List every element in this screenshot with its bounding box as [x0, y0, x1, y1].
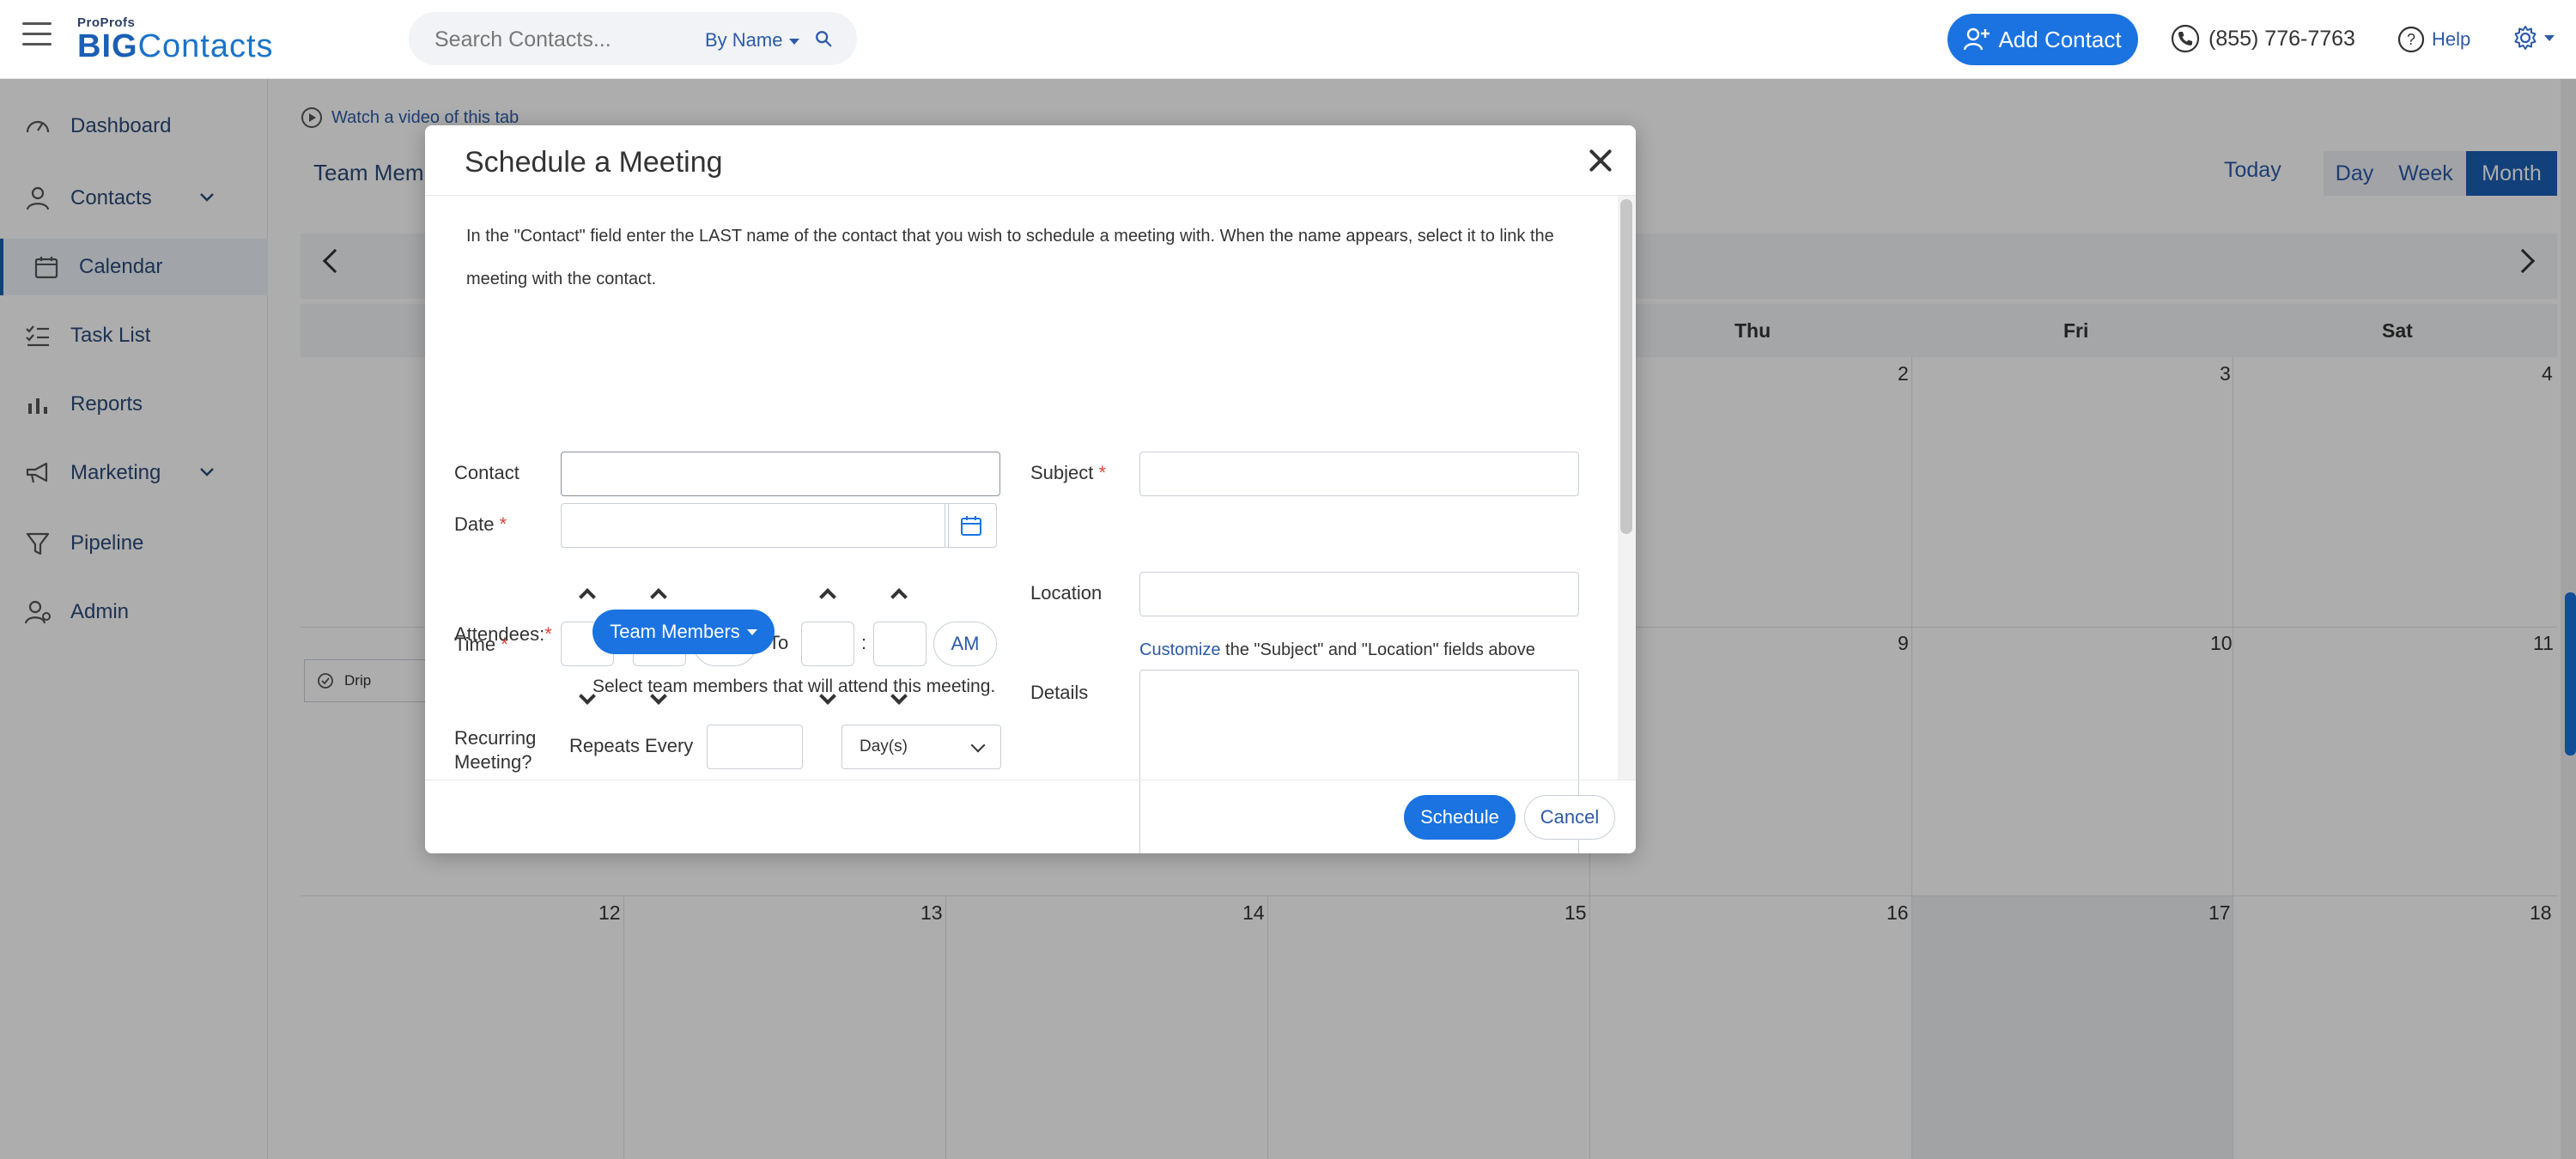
settings-menu[interactable] [2512, 24, 2555, 52]
contact-input[interactable] [561, 452, 1000, 496]
cancel-button[interactable]: Cancel [1524, 795, 1615, 840]
subject-label: Subject * [1030, 462, 1107, 483]
gear-icon [2514, 26, 2537, 50]
customize-text: the "Subject" and "Location" fields abov… [1220, 640, 1535, 659]
chevron-up-icon[interactable] [650, 588, 667, 605]
instructions-text: In the "Contact" field enter the LAST na… [466, 227, 1554, 288]
end-minute-input[interactable] [873, 622, 927, 666]
logo-big-text: BIGContacts [77, 28, 274, 64]
date-picker-button[interactable] [945, 503, 997, 548]
schedule-button[interactable]: Schedule [1404, 795, 1516, 840]
dialog-scrollbar-thumb[interactable] [1620, 199, 1632, 534]
attendees-label: Attendees:* [454, 623, 552, 645]
help-icon: ? [2397, 26, 2425, 53]
phone-label: (855) 776-7763 [2208, 26, 2355, 51]
help-label: Help [2432, 28, 2471, 50]
top-bar: ProProfs BIGContacts Search Contacts... … [0, 0, 2576, 79]
dialog-header: Schedule a Meeting [425, 125, 1636, 196]
chevron-down-icon [2544, 34, 2555, 41]
recurring-label: Recurring Meeting? [454, 727, 537, 773]
logo[interactable]: ProProfs BIGContacts [77, 15, 274, 63]
attendees-hint: Select team members that will attend thi… [592, 677, 996, 696]
phone-icon [2171, 24, 2200, 53]
hamburger-menu-icon[interactable] [22, 22, 52, 46]
close-icon[interactable] [1586, 146, 1615, 175]
repeat-interval-input[interactable] [707, 725, 803, 769]
chevron-down-icon [746, 628, 757, 635]
customize-link[interactable]: Customize [1139, 640, 1220, 659]
chevron-up-icon[interactable] [819, 588, 836, 605]
calendar-icon [960, 516, 981, 536]
add-contact-label: Add Contact [1998, 26, 2122, 52]
search-by-dropdown[interactable]: By Name [705, 29, 799, 52]
svg-text:?: ? [2407, 31, 2415, 48]
chevron-up-icon[interactable] [579, 588, 596, 605]
help-link[interactable]: ? Help [2397, 26, 2470, 53]
contact-label: Contact [454, 462, 519, 483]
chevron-down-icon [970, 737, 986, 753]
repeat-unit-value: Day(s) [860, 737, 908, 755]
search-input[interactable]: Search Contacts... [434, 27, 611, 52]
add-contact-button[interactable]: Add Contact [1947, 14, 2138, 65]
schedule-meeting-dialog: Schedule a Meeting In the "Contact" fiel… [425, 125, 1636, 853]
repeats-every-label: Repeats Every [569, 735, 694, 756]
time-separator: : [861, 632, 867, 653]
phone-number[interactable]: (855) 776-7763 [2171, 24, 2355, 53]
date-label: Date * [454, 513, 507, 535]
dialog-title: Schedule a Meeting [465, 146, 723, 179]
search-icon[interactable] [814, 29, 833, 48]
location-label: Location [1030, 582, 1103, 604]
add-user-icon [1964, 27, 1990, 51]
customize-hint: Customize the "Subject" and "Location" f… [1139, 640, 1535, 660]
search-box: Search Contacts... By Name [409, 12, 857, 65]
repeat-unit-select[interactable]: Day(s) [841, 725, 1001, 769]
team-members-dropdown[interactable]: Team Members [592, 610, 775, 654]
date-input[interactable] [561, 503, 949, 548]
subject-input[interactable] [1139, 452, 1579, 496]
chevron-up-icon[interactable] [890, 588, 908, 605]
end-hour-input[interactable] [801, 622, 854, 666]
details-label: Details [1030, 682, 1089, 703]
end-am-pm-toggle[interactable]: AM [933, 622, 997, 666]
team-members-label: Team Members [610, 621, 740, 642]
location-input[interactable] [1139, 572, 1579, 616]
